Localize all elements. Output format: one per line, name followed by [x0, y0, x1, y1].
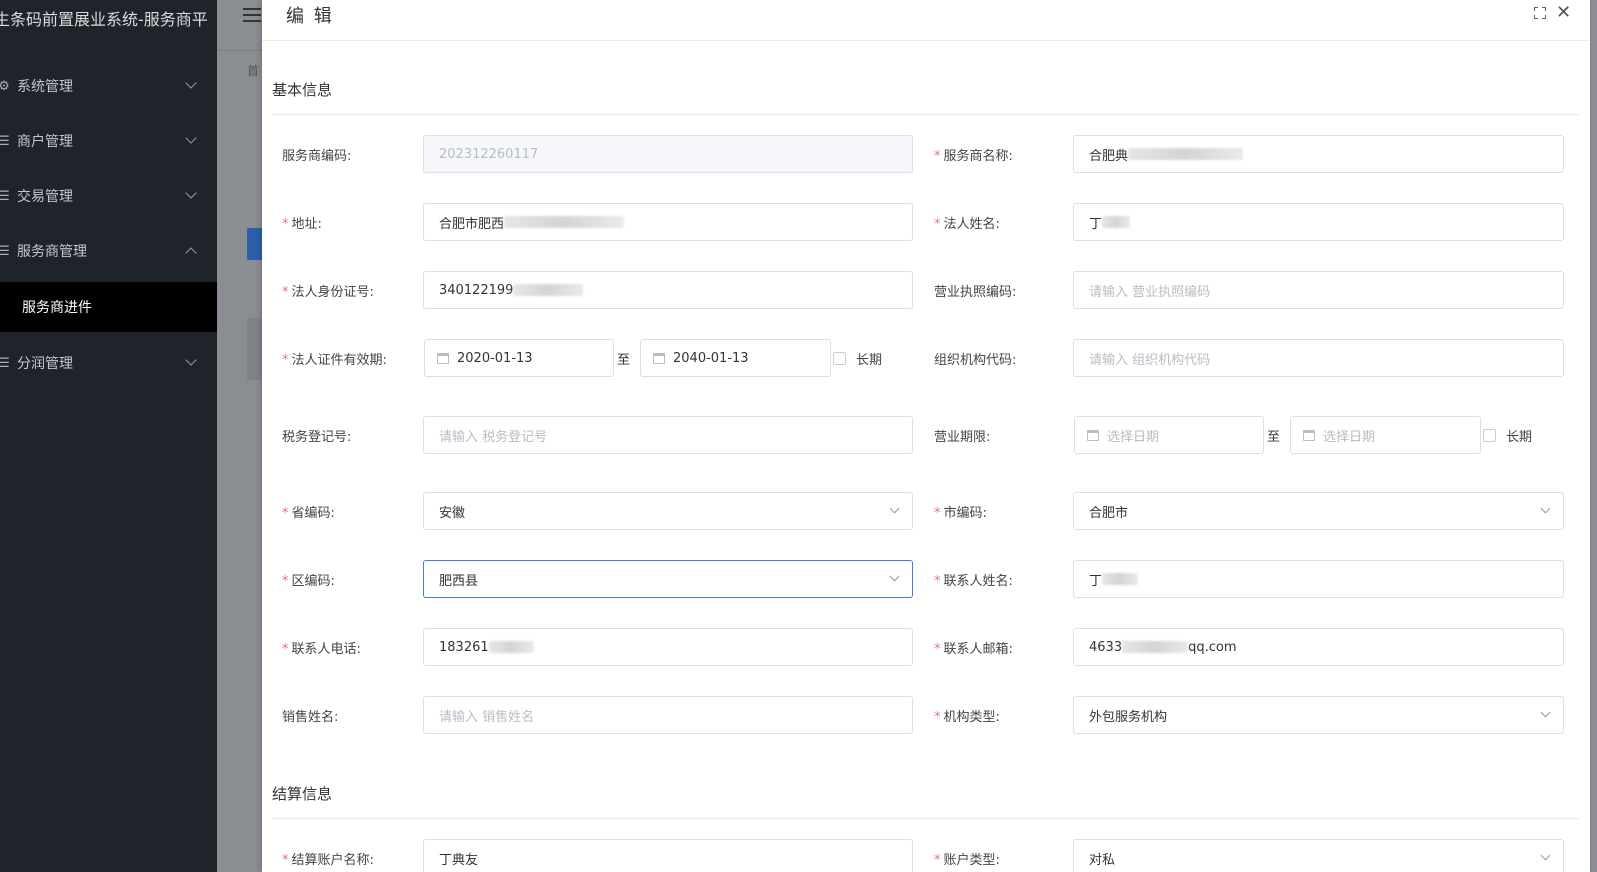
business-term-start-date[interactable]: 选择日期: [1074, 416, 1264, 454]
menu-toggle-icon[interactable]: [243, 8, 261, 22]
license-no-label: 营业执照编码:: [934, 285, 1017, 300]
chevron-down-icon: [185, 187, 197, 199]
legal-validity-start-date[interactable]: 2020-01-13: [424, 339, 614, 377]
sidebar-item-label: 服务商管理: [17, 244, 87, 260]
district-label: * 区编码:: [282, 574, 335, 589]
address-label: * 地址:: [282, 217, 322, 232]
drawer-title: 编 辑: [286, 6, 334, 27]
divider: [262, 40, 1590, 41]
city-select[interactable]: 合肥市: [1073, 492, 1564, 530]
chevron-down-icon: [1540, 503, 1551, 514]
org-type-label: * 机构类型:: [934, 710, 1000, 725]
app-brand: 生条码前置展业系统-服务商平: [0, 10, 208, 29]
settle-account-name-field[interactable]: 丁典友: [423, 839, 913, 872]
sidebar-item-profit-share[interactable]: ☰ 分润管理: [0, 343, 217, 383]
provider-code-label: 服务商编码:: [282, 149, 352, 164]
legal-long-term-label: 长期: [856, 353, 883, 368]
legal-validity-label: * 法人证件有效期:: [282, 353, 387, 368]
city-label: * 市编码:: [934, 506, 987, 521]
calendar-icon: [1303, 429, 1315, 441]
chevron-down-icon: [1540, 707, 1551, 718]
sales-name-label: 销售姓名:: [282, 710, 339, 725]
org-type-select[interactable]: 外包服务机构: [1073, 696, 1564, 734]
range-separator: 至: [1267, 430, 1281, 445]
license-no-input[interactable]: 请输入 营业执照编码: [1073, 271, 1564, 309]
list-icon: ☰: [0, 355, 10, 371]
section-title-basic: 基本信息: [272, 81, 333, 99]
legal-id-label: * 法人身份证号:: [282, 285, 374, 300]
chevron-down-icon: [185, 132, 197, 144]
provider-code-field: 202312260117: [423, 135, 913, 173]
divider: [272, 818, 1580, 819]
legal-id-field[interactable]: 340122199: [423, 271, 913, 309]
gear-icon: ⚙: [0, 78, 10, 94]
account-type-select[interactable]: 对私: [1073, 839, 1564, 872]
list-icon: ☰: [0, 133, 10, 149]
sidebar-item-merchant[interactable]: ☰ 商户管理: [0, 121, 217, 161]
calendar-icon: [1087, 429, 1099, 441]
province-label: * 省编码:: [282, 506, 335, 521]
tax-no-label: 税务登记号:: [282, 430, 352, 445]
fullscreen-icon[interactable]: [1534, 7, 1546, 19]
chevron-down-icon: [1540, 850, 1551, 861]
district-select[interactable]: 肥西县: [423, 560, 913, 598]
province-select[interactable]: 安徽: [423, 492, 913, 530]
list-icon: ☰: [0, 188, 10, 204]
sidebar-item-system[interactable]: ⚙ 系统管理: [0, 66, 217, 106]
sidebar-item-label: 交易管理: [17, 189, 73, 205]
edit-drawer: 编 辑 ✕ 基本信息 服务商编码: 202312260117 * 服务商名称: 合…: [262, 0, 1590, 872]
contact-phone-label: * 联系人电话:: [282, 642, 361, 657]
sidebar-item-transaction[interactable]: ☰ 交易管理: [0, 176, 217, 216]
calendar-icon: [653, 352, 665, 364]
section-title-settlement: 结算信息: [272, 785, 333, 803]
list-icon: ☰: [0, 243, 10, 259]
provider-name-label: * 服务商名称:: [934, 149, 1013, 164]
divider: [272, 114, 1580, 115]
contact-name-field[interactable]: 丁: [1073, 560, 1564, 598]
contact-email-label: * 联系人邮箱:: [934, 642, 1013, 657]
contact-name-label: * 联系人姓名:: [934, 574, 1013, 589]
chevron-down-icon: [889, 571, 900, 582]
legal-name-field[interactable]: 丁: [1073, 203, 1564, 241]
chevron-up-icon: [185, 247, 197, 259]
business-long-term-label: 长期: [1506, 430, 1533, 445]
background-page: 首: [217, 0, 262, 872]
close-icon[interactable]: ✕: [1556, 2, 1571, 23]
background-row: [247, 390, 262, 452]
contact-phone-field[interactable]: 183261: [423, 628, 913, 666]
calendar-icon: [437, 352, 449, 364]
tax-no-input[interactable]: 请输入 税务登记号: [423, 416, 913, 454]
business-term-end-date[interactable]: 选择日期: [1290, 416, 1481, 454]
legal-long-term-checkbox[interactable]: [833, 352, 846, 365]
legal-name-label: * 法人姓名:: [934, 217, 1000, 232]
sidebar-item-label: 商户管理: [17, 134, 73, 150]
sidebar-subitem-provider-onboarding[interactable]: 服务商进件: [0, 282, 217, 332]
background-button: [247, 228, 262, 260]
chevron-down-icon: [185, 77, 197, 89]
chevron-down-icon: [185, 354, 197, 366]
sidebar-item-provider[interactable]: ☰ 服务商管理: [0, 231, 217, 271]
org-code-label: 组织机构代码:: [934, 353, 1017, 368]
background-page-right: [1590, 0, 1597, 872]
sales-name-input[interactable]: 请输入 销售姓名: [423, 696, 913, 734]
range-separator: 至: [617, 353, 631, 368]
background-tab: 首: [247, 64, 260, 78]
settle-account-name-label: * 结算账户名称:: [282, 853, 374, 868]
contact-email-field[interactable]: 4633 qq.com: [1073, 628, 1564, 666]
divider: [217, 50, 262, 51]
address-field[interactable]: 合肥市肥西: [423, 203, 913, 241]
account-type-label: * 账户类型:: [934, 853, 1000, 868]
business-term-label: 营业期限:: [934, 430, 991, 445]
sidebar-item-label: 系统管理: [17, 79, 73, 95]
legal-validity-end-date[interactable]: 2040-01-13: [640, 339, 831, 377]
provider-name-field[interactable]: 合肥典: [1073, 135, 1564, 173]
business-long-term-checkbox[interactable]: [1483, 429, 1496, 442]
sidebar-item-label: 分润管理: [17, 356, 73, 372]
chevron-down-icon: [889, 503, 900, 514]
background-row: [247, 318, 262, 380]
sidebar: 生条码前置展业系统-服务商平 ⚙ 系统管理 ☰ 商户管理 ☰ 交易管理 ☰ 服务…: [0, 0, 217, 872]
sidebar-subitem-label: 服务商进件: [22, 300, 92, 316]
org-code-input[interactable]: 请输入 组织机构代码: [1073, 339, 1564, 377]
